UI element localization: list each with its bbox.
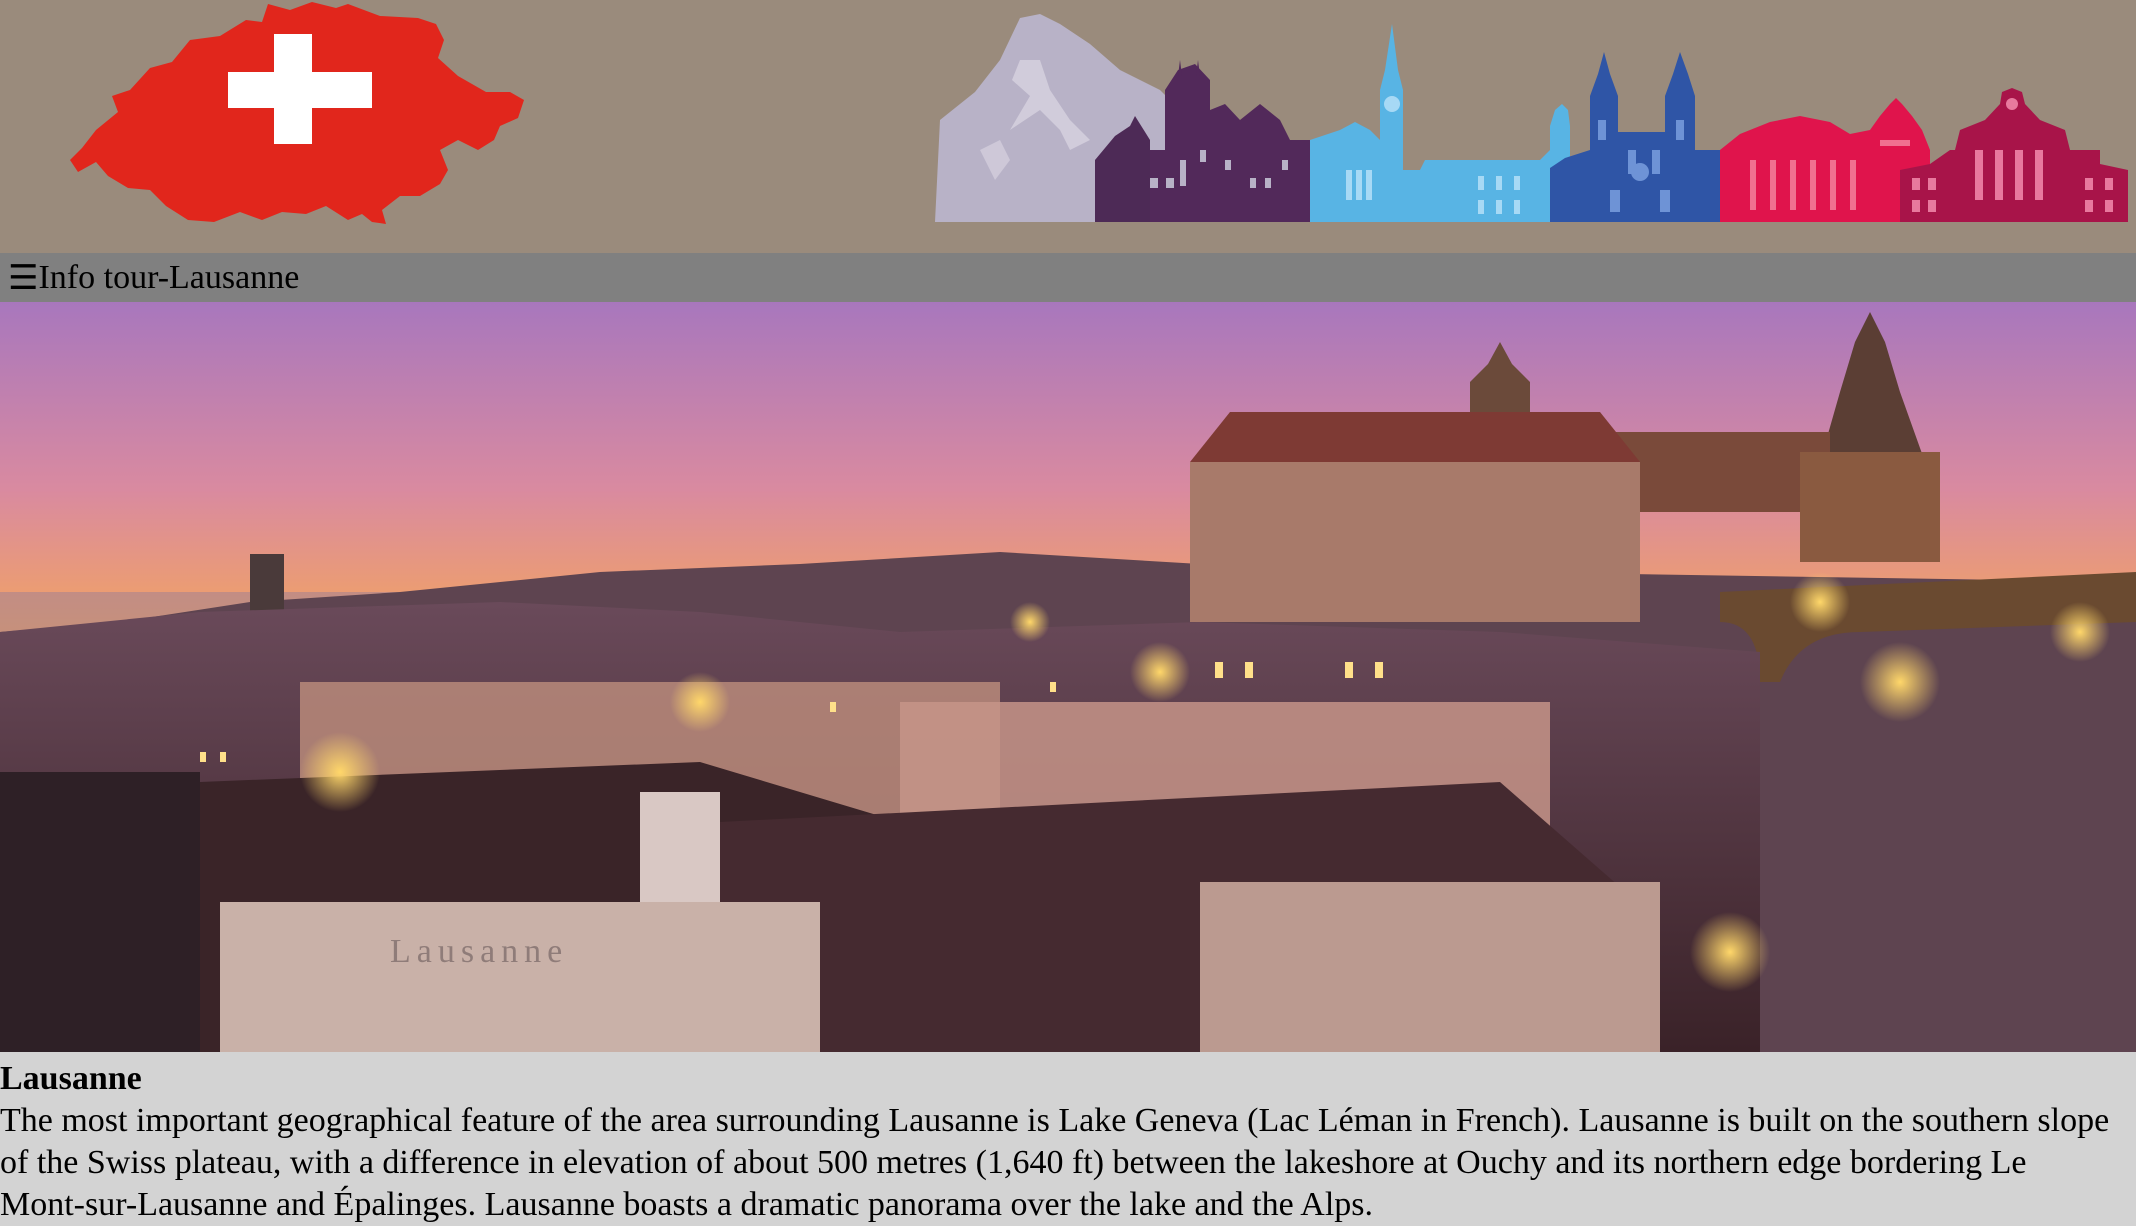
header-banner	[70, 2, 2128, 224]
lausanne-panorama-image: Lausanne	[0, 302, 2136, 1052]
top-navbar: ☰ Info tour-Lausanne	[0, 253, 2136, 302]
article-heading: Lausanne	[0, 1060, 142, 1097]
article-body: The most important geographical feature …	[0, 1102, 2110, 1223]
landmarks-skyline-icon	[935, 14, 2128, 222]
hamburger-menu-icon[interactable]: ☰	[8, 258, 38, 298]
site-title-link[interactable]: Info tour-Lausanne	[38, 259, 299, 297]
site-header	[0, 0, 2136, 253]
article-section: Lausanne The most important geographical…	[0, 1058, 2136, 1225]
menu-toggle-button[interactable]: ☰ Info tour-Lausanne	[0, 258, 299, 298]
hero-image: Lausanne	[0, 302, 2136, 1052]
swiss-flag-map-icon	[70, 2, 524, 224]
watermark-text: Lausanne	[390, 933, 568, 970]
